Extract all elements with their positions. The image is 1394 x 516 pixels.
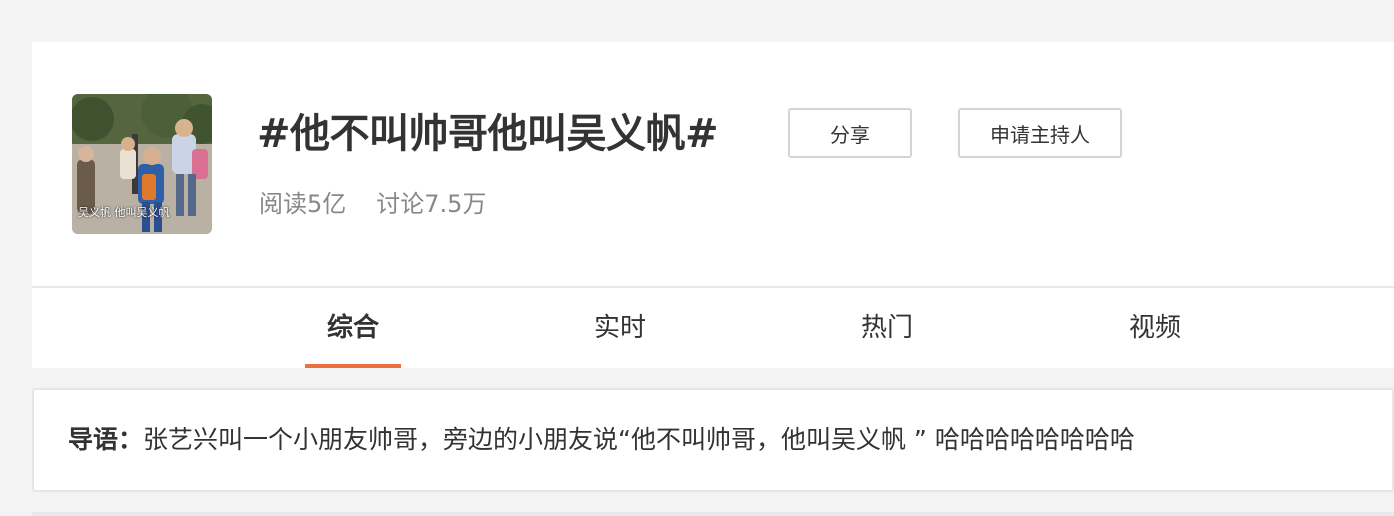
tab-video[interactable]: 视频 [1095, 288, 1215, 368]
intro-label: 导语： [68, 425, 144, 454]
share-button[interactable]: 分享 [788, 108, 912, 158]
tab-realtime[interactable]: 实时 [560, 288, 680, 368]
cover-caption: 吴义帆 他叫吴义帆 [78, 206, 170, 219]
topic-header-card: 吴义帆 他叫吴义帆 #他不叫帅哥他叫吴义帆# 分享 申请主持人 阅读5亿 讨论7… [32, 42, 1394, 368]
tab-hot[interactable]: 热门 [827, 288, 947, 368]
read-count: 阅读5亿 [259, 190, 347, 218]
topic-stats: 阅读5亿 讨论7.5万 [259, 184, 486, 219]
intro-card: 导语：张艺兴叫一个小朋友帅哥，旁边的小朋友说“他不叫帅哥，他叫吴义帆 ” 哈哈哈… [32, 388, 1394, 492]
intro-content: 张艺兴叫一个小朋友帅哥，旁边的小朋友说“他不叫帅哥，他叫吴义帆 ” 哈哈哈哈哈哈… [143, 425, 1135, 454]
intro-text-row: 导语：张艺兴叫一个小朋友帅哥，旁边的小朋友说“他不叫帅哥，他叫吴义帆 ” 哈哈哈… [68, 420, 1135, 460]
topic-tabs: 综合 实时 热门 视频 [32, 288, 1394, 368]
active-tab-indicator [305, 364, 401, 368]
apply-host-button[interactable]: 申请主持人 [958, 108, 1122, 158]
discussion-count: 讨论7.5万 [376, 190, 487, 218]
topic-title: #他不叫帅哥他叫吴义帆# [257, 111, 719, 157]
next-card-edge [32, 512, 1394, 516]
tab-comprehensive[interactable]: 综合 [293, 288, 413, 368]
topic-cover-image[interactable]: 吴义帆 他叫吴义帆 [72, 94, 212, 234]
